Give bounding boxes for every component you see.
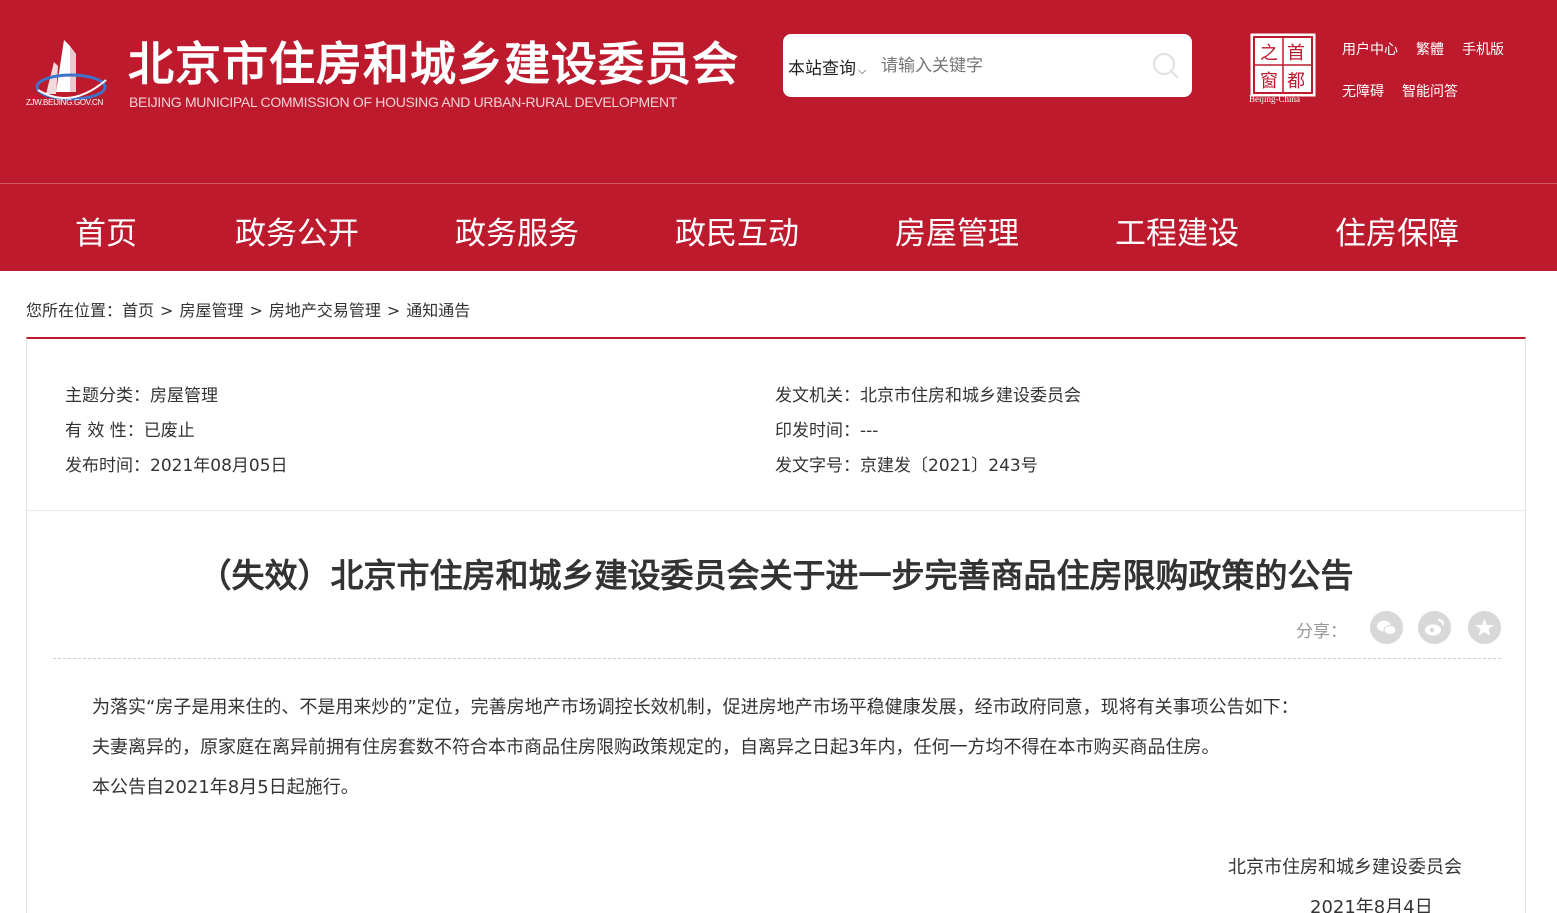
site-title[interactable]: 北京市住房和城乡建设委员会	[128, 28, 739, 94]
nav-item-housing-management[interactable]: 房屋管理	[895, 208, 1019, 253]
article-panel: 主题分类：房屋管理 有 效 性：已废止 发布时间：2021年08月05日 发文机…	[26, 337, 1526, 913]
link-traditional-chinese[interactable]: 繁體	[1416, 39, 1444, 59]
nav-item-home[interactable]: 首页	[75, 208, 137, 253]
link-user-center[interactable]: 用户中心	[1342, 39, 1398, 59]
search-box: 本站查询 ⌵	[783, 34, 1192, 97]
meta-issuer: 发文机关：北京市住房和城乡建设委员会	[775, 386, 1081, 406]
favorite-icon[interactable]	[1468, 611, 1501, 644]
meta-validity: 有 效 性：已废止	[65, 421, 195, 441]
search-scope-select[interactable]: 本站查询 ⌵	[788, 54, 866, 79]
weibo-icon[interactable]	[1418, 611, 1451, 644]
link-accessibility[interactable]: 无障碍	[1342, 81, 1384, 101]
capital-logo-caption: Beijing-China	[1249, 94, 1300, 104]
article-paragraph-3: 本公告自2021年8月5日起施行。	[92, 777, 359, 798]
breadcrumb-separator: >	[386, 301, 401, 320]
article-paragraph-2: 夫妻离异的，原家庭在离异前拥有住房套数不符合本市商品住房限购政策规定的，自离异之…	[92, 737, 1220, 758]
capital-logo-char-2: 首	[1287, 43, 1305, 64]
search-icon[interactable]	[1151, 51, 1181, 81]
capital-logo-char-4: 都	[1287, 71, 1305, 92]
document-meta: 主题分类：房屋管理 有 效 性：已废止 发布时间：2021年08月05日 发文机…	[27, 339, 1525, 511]
logo-url-text: ZJW.BEIJING.GOV.CN	[26, 98, 103, 107]
site-header: ZJW.BEIJING.GOV.CN 北京市住房和城乡建设委员会 BEIJING…	[0, 0, 1557, 183]
main-nav: 首页 政务公开 政务服务 政民互动 房屋管理 工程建设 住房保障	[0, 183, 1557, 271]
nav-item-government-services[interactable]: 政务服务	[455, 208, 579, 253]
title-divider	[53, 658, 1501, 659]
site-subtitle: BEIJING MUNICIPAL COMMISSION OF HOUSING …	[129, 94, 678, 110]
breadcrumb-home[interactable]: 首页	[122, 301, 154, 320]
search-scope-label: 本站查询	[788, 59, 856, 79]
share-label: 分享：	[1296, 622, 1347, 642]
search-input[interactable]	[881, 52, 1141, 80]
breadcrumb-prefix: 您所在位置：	[26, 301, 123, 320]
signature-org: 北京市住房和城乡建设委员会	[1228, 857, 1462, 878]
nav-item-government-affairs[interactable]: 政务公开	[235, 208, 359, 253]
capital-logo-char-1: 之	[1260, 43, 1278, 64]
breadcrumb-real-estate-trade[interactable]: 房地产交易管理	[269, 301, 381, 320]
nav-item-housing-security[interactable]: 住房保障	[1335, 208, 1459, 253]
article-paragraph-1: 为落实“房子是用来住的、不是用来炒的”定位，完善房地产市场调控长效机制，促进房地…	[92, 697, 1299, 718]
chevron-down-icon: ⌵	[858, 64, 867, 77]
meta-topic: 主题分类：房屋管理	[65, 386, 218, 406]
nav-item-engineering[interactable]: 工程建设	[1115, 208, 1239, 253]
breadcrumb-housing-management[interactable]: 房屋管理	[179, 301, 243, 320]
wechat-icon[interactable]	[1370, 611, 1403, 644]
breadcrumb-separator: >	[249, 301, 263, 320]
meta-publish-date: 发布时间：2021年08月05日	[65, 456, 288, 476]
meta-print-date: 印发时间：---	[775, 421, 879, 441]
nav-item-public-interaction[interactable]: 政民互动	[675, 208, 799, 253]
article-title: （失效）北京市住房和城乡建设委员会关于进一步完善商品住房限购政策的公告	[198, 556, 1354, 595]
breadcrumb-separator: >	[160, 301, 174, 320]
link-mobile-version[interactable]: 手机版	[1462, 39, 1504, 59]
meta-doc-number: 发文字号：京建发〔2021〕243号	[775, 456, 1038, 476]
capital-logo-char-3: 窗	[1260, 71, 1278, 92]
signature-date: 2021年8月4日	[1310, 897, 1433, 913]
link-smart-qa[interactable]: 智能问答	[1402, 81, 1458, 101]
breadcrumb: 您所在位置：首页 > 房屋管理 > 房地产交易管理 > 通知通告	[26, 297, 470, 321]
breadcrumb-notices[interactable]: 通知通告	[406, 301, 470, 320]
